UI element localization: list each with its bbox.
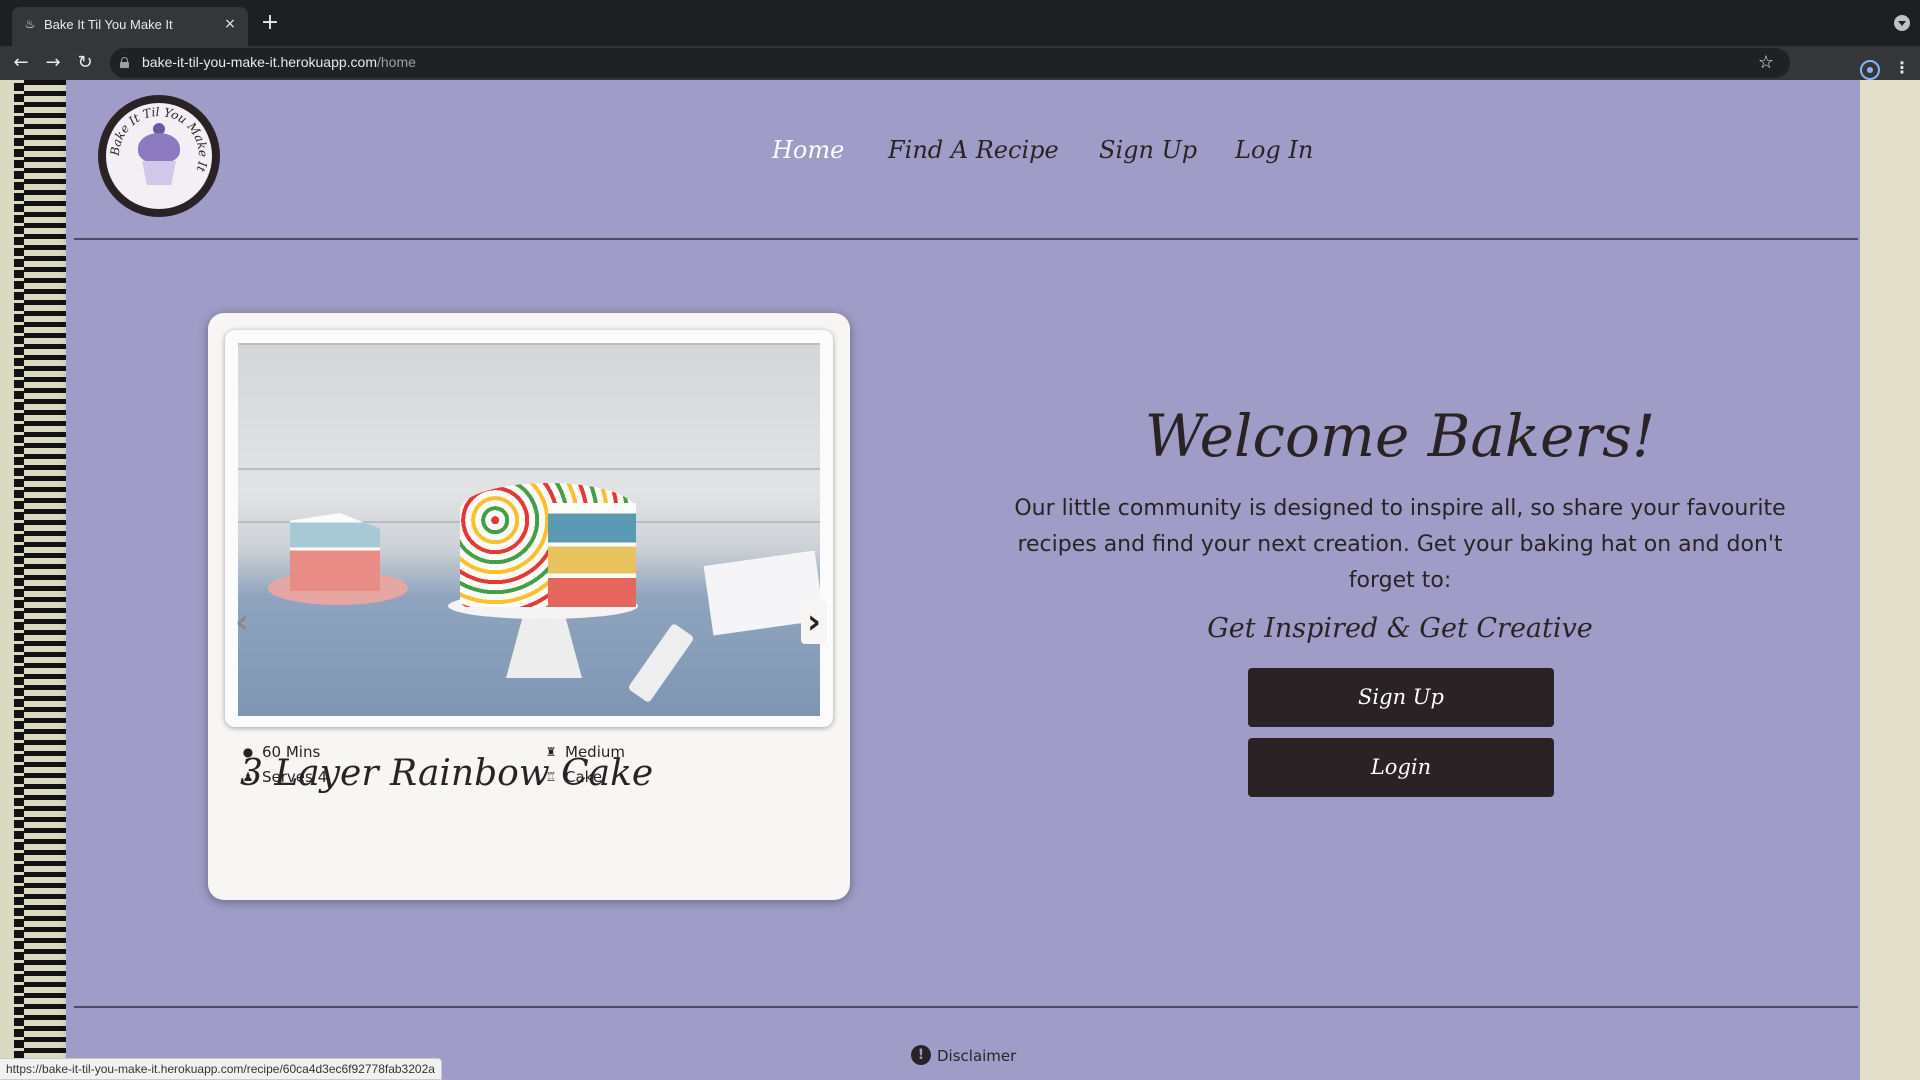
recipe-carousel-card[interactable]: ‹ › 3 Layer Rainbow Cake ● 60 Mins ♟ Ser… bbox=[208, 313, 850, 900]
welcome-text: Our little community is designed to insp… bbox=[1014, 496, 1786, 593]
page-background: Bake It Til You Make It Home Find A Reci… bbox=[0, 80, 1920, 1080]
tab-search-icon[interactable] bbox=[1894, 15, 1910, 31]
signup-button[interactable]: Sign Up bbox=[1248, 668, 1554, 727]
link-status-bar: https://bake-it-til-you-make-it.herokuap… bbox=[0, 1058, 442, 1080]
back-arrow-icon[interactable]: ← bbox=[10, 52, 32, 74]
cake-cut-layers bbox=[548, 503, 636, 607]
bookmark-star-icon[interactable]: ☆ bbox=[1758, 52, 1774, 74]
footer-divider bbox=[74, 1006, 1858, 1008]
logo-inner: Bake It Til You Make It bbox=[106, 103, 212, 209]
nav-log-in[interactable]: Log In bbox=[1235, 136, 1313, 164]
disclaimer-link[interactable]: Disclaimer bbox=[937, 1047, 1016, 1065]
exclamation-icon: ! bbox=[911, 1045, 931, 1065]
recipe-photo-frame: ‹ › bbox=[225, 330, 833, 727]
cake-slice bbox=[290, 513, 380, 591]
extension-icon[interactable] bbox=[1860, 60, 1880, 80]
notebook-spiral-binding bbox=[14, 80, 66, 1080]
site-logo[interactable]: Bake It Til You Make It bbox=[98, 95, 220, 217]
login-button[interactable]: Login bbox=[1248, 738, 1554, 797]
recipe-photo[interactable] bbox=[238, 343, 820, 716]
nav-home[interactable]: Home bbox=[772, 136, 844, 164]
browser-menu-icon[interactable]: ⋮ bbox=[1894, 58, 1910, 78]
chef-hat-icon: ♜ bbox=[545, 745, 557, 759]
header-divider bbox=[74, 238, 1858, 240]
cupcake-favicon-icon: ♨ bbox=[24, 17, 36, 31]
url-text[interactable]: bake-it-til-you-make-it.herokuapp.com/ho… bbox=[142, 54, 416, 70]
recipe-time: 60 Mins bbox=[262, 743, 321, 761]
browser-tab[interactable]: ♨ Bake It Til You Make It × bbox=[12, 7, 248, 46]
notebook-page-edge bbox=[1860, 80, 1920, 1080]
browser-toolbar: ← → ↻ bake-it-til-you-make-it.herokuapp.… bbox=[0, 46, 1920, 80]
photo-plank-line bbox=[238, 468, 820, 470]
recipe-serves: Serves 4 bbox=[262, 768, 328, 786]
recipe-category: Cake bbox=[565, 768, 603, 786]
svg-text:Bake It Til You Make It: Bake It Til You Make It bbox=[108, 105, 210, 174]
cake-icon: ♖ bbox=[545, 770, 557, 784]
lock-icon[interactable] bbox=[120, 57, 129, 68]
new-tab-button[interactable]: + bbox=[258, 11, 282, 35]
forward-arrow-icon[interactable]: → bbox=[42, 52, 64, 74]
welcome-title: Welcome Bakers! bbox=[1144, 402, 1656, 470]
photo-plank-line bbox=[238, 343, 820, 345]
nav-find-a-recipe[interactable]: Find A Recipe bbox=[888, 136, 1059, 164]
clock-icon: ● bbox=[242, 745, 254, 759]
cake-server bbox=[627, 622, 695, 704]
address-bar[interactable]: bake-it-til-you-make-it.herokuapp.com/ho… bbox=[110, 48, 1790, 78]
carousel-prev-chevron-icon[interactable]: ‹ bbox=[229, 600, 255, 644]
browser-tab-bar: ♨ Bake It Til You Make It × + bbox=[0, 0, 1920, 46]
carousel-next-chevron-icon[interactable]: › bbox=[801, 600, 827, 644]
reload-icon[interactable]: ↻ bbox=[74, 52, 96, 74]
tab-title: Bake It Til You Make It bbox=[44, 17, 173, 32]
nav-sign-up[interactable]: Sign Up bbox=[1099, 136, 1197, 164]
recipe-difficulty: Medium bbox=[565, 743, 625, 761]
welcome-tagline: Get Inspired & Get Creative bbox=[1207, 613, 1593, 644]
tab-close-icon[interactable]: × bbox=[222, 16, 238, 32]
logo-ring-text: Bake It Til You Make It bbox=[108, 105, 210, 174]
people-icon: ♟ bbox=[242, 770, 254, 784]
